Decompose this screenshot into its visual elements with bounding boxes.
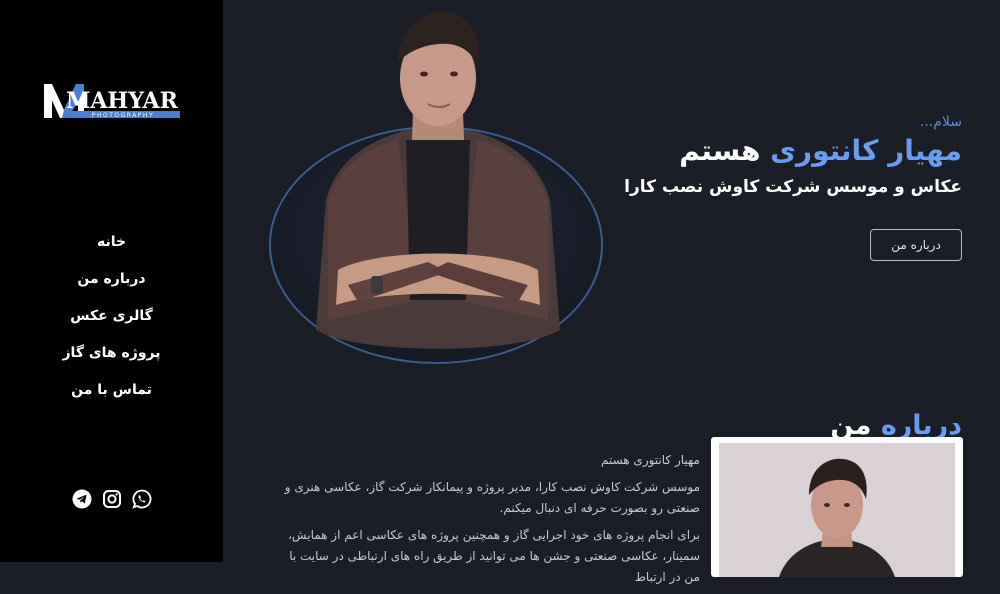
hero-title: مهیار کانتوری هستم [582, 134, 962, 167]
about-text: مهیار کانتوری هستم موسس شرکت کاوش نصب کا… [270, 450, 700, 594]
about-paragraph-2: برای انجام پروژه های خود اجرایی گاز و هم… [288, 528, 700, 584]
whatsapp-icon[interactable] [132, 489, 152, 509]
instagram-icon[interactable] [102, 489, 122, 509]
about-me-button[interactable]: درباره من [870, 229, 962, 261]
about-intro: مهیار کانتوری هستم [600, 453, 700, 467]
telegram-icon[interactable] [72, 489, 92, 509]
hero-title-suffix: هستم [679, 134, 771, 167]
nav-item-contact[interactable]: تماس با من [0, 379, 223, 416]
nav-item-about[interactable]: درباره من [0, 268, 223, 305]
hero-title-name: مهیار کانتوری [770, 134, 962, 167]
portrait-photo [719, 443, 955, 577]
about-paragraph-1: موسس شرکت کاوش نصب کارا، مدیر پروژه و پی… [284, 480, 700, 515]
about-portrait-frame [711, 437, 963, 577]
nav-item-gas-projects[interactable]: پروژه های گاز [0, 342, 223, 379]
sidebar: MAHYAR PHOTOGRAPHY خانه درباره من گالری … [0, 0, 223, 562]
social-links [72, 489, 152, 509]
about-portrait [719, 443, 955, 577]
site-logo[interactable]: MAHYAR PHOTOGRAPHY [42, 82, 182, 122]
svg-text:MAHYAR: MAHYAR [66, 88, 179, 114]
nav-item-gallery[interactable]: گالری عکس [0, 305, 223, 342]
svg-text:PHOTOGRAPHY: PHOTOGRAPHY [92, 112, 154, 119]
main-nav: خانه درباره من گالری عکس پروژه های گاز ت… [0, 231, 223, 416]
hero-subtitle: عکاس و موسس شرکت کاوش نصب کارا [624, 177, 962, 197]
nav-item-home[interactable]: خانه [0, 231, 223, 268]
hero-text: سلام... مهیار کانتوری هستم عکاس و موسس ش… [582, 114, 962, 197]
hero-greeting: سلام... [919, 114, 962, 130]
hero-photo [269, 11, 603, 364]
